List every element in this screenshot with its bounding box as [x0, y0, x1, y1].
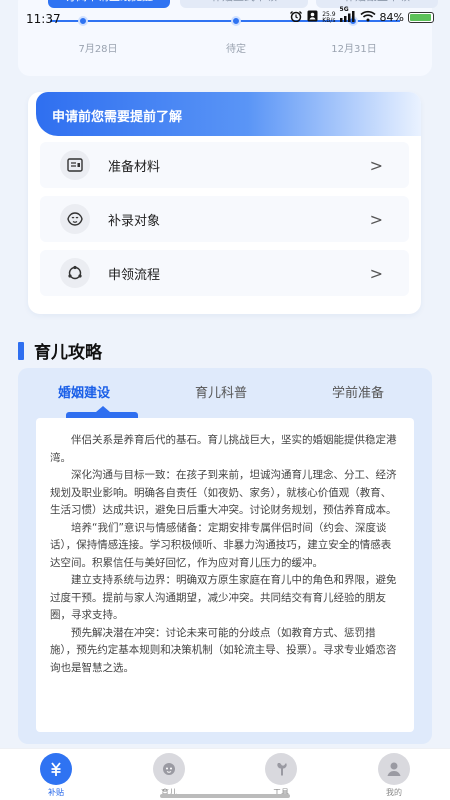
timeline-stage-deadline: 补贴截止申领: [316, 0, 438, 8]
status-bar-icons: 25.9 KB/s 5G 84%: [289, 6, 434, 25]
article-paragraph: 建立支持系统与边界：明确双方原生家庭在育儿中的角色和界限，避免过度干预。提前与家…: [50, 574, 397, 621]
contact-card-icon: [307, 10, 318, 25]
cycle-arrows-icon: [60, 258, 90, 288]
timeline-date: 7月28日: [78, 44, 118, 55]
home-indicator: [160, 794, 290, 798]
article-content: 伴侣关系是养育后代的基石。育儿挑战巨大，坚实的婚姻能提供稳定港湾。 深化沟通与目…: [36, 418, 414, 732]
timeline-stage-apply: 补贴正式申领: [180, 0, 308, 8]
status-time: 11:37: [26, 12, 61, 26]
article-paragraph: 深化沟通与目标一致：在孩子到来前，坦诚沟通育儿理念、分工、经济规划及职业影响。明…: [50, 469, 397, 516]
prerequisite-card-header: 申请前您需要提前了解: [36, 92, 421, 136]
article-paragraph: 预先解决潜在冲突：讨论未来可能的分歧点（如教育方式、惩罚措施），预先约定基本规则…: [50, 626, 397, 674]
network-speed: 25.9 KB/s: [322, 11, 336, 24]
tab-preschool-prep[interactable]: 学前准备: [332, 382, 384, 401]
wrench-icon: [265, 753, 297, 785]
person-icon: [378, 753, 410, 785]
tab-parenting-science[interactable]: 育儿科普: [195, 382, 247, 401]
tab-marriage[interactable]: 婚姻建设: [58, 382, 110, 401]
parenting-guide-heading: 育儿攻略: [18, 338, 102, 363]
timeline-dot: [231, 16, 241, 26]
article-paragraph: 伴侣关系是养育后代的基石。育儿挑战巨大，坚实的婚姻能提供稳定港湾。: [50, 434, 397, 464]
req-item-supplement-target[interactable]: 补录对象 >: [40, 196, 409, 242]
prerequisite-card: 申请前您需要提前了解 准备材料 > 补录对象 > 申领流程 >: [28, 92, 421, 314]
guide-tab-panel: 婚姻建设 育儿科普 学前准备 伴侣关系是养育后代的基石。育儿挑战巨大，坚实的婚姻…: [18, 368, 432, 744]
nav-label: 补贴: [48, 788, 64, 797]
req-item-apply-process[interactable]: 申领流程 >: [40, 250, 409, 296]
timeline-dot: [78, 16, 88, 26]
nav-item-parenting[interactable]: 育儿: [139, 753, 199, 798]
nav-item-subsidy[interactable]: 补贴: [26, 753, 86, 798]
chevron-right-icon: >: [369, 209, 383, 229]
network-speed-unit: KB/s: [322, 16, 336, 24]
req-item-label: 申领流程: [108, 267, 161, 283]
timeline-date: 12月31日: [331, 44, 377, 55]
section-marker: [18, 341, 24, 360]
alarm-icon: [289, 10, 303, 25]
cellular-signal-icon: 5G: [339, 6, 356, 25]
document-icon: [60, 150, 90, 180]
article-paragraph: 培养“我们”意识与情感储备：定期安排专属伴侣时间（约会、深度谈话），保持情感连接…: [50, 521, 392, 569]
subsidy-yen-icon: [40, 753, 72, 785]
chevron-right-icon: >: [369, 155, 383, 175]
chevron-right-icon: >: [369, 263, 383, 283]
network-type: 5G: [339, 6, 349, 13]
bottom-nav: 补贴 育儿 工具 我的: [0, 748, 450, 800]
nav-item-mine[interactable]: 我的: [364, 753, 424, 798]
nav-label: 我的: [386, 788, 402, 797]
baby-face-icon: [60, 204, 90, 234]
battery-percent: 84%: [379, 11, 404, 24]
req-item-materials[interactable]: 准备材料 >: [40, 142, 409, 188]
baby-icon: [153, 753, 185, 785]
subscribe-reminder-button[interactable]: 订阅申请上线提醒: [48, 0, 170, 8]
wifi-icon: [359, 10, 376, 25]
prerequisite-title: 申请前您需要提前了解: [52, 110, 183, 125]
section-title: 育儿攻略: [34, 343, 102, 363]
req-item-label: 补录对象: [108, 213, 161, 229]
req-item-label: 准备材料: [108, 159, 161, 175]
timeline-date: 待定: [226, 44, 246, 55]
nav-item-tools[interactable]: 工具: [251, 753, 311, 798]
battery-icon: [408, 12, 434, 23]
